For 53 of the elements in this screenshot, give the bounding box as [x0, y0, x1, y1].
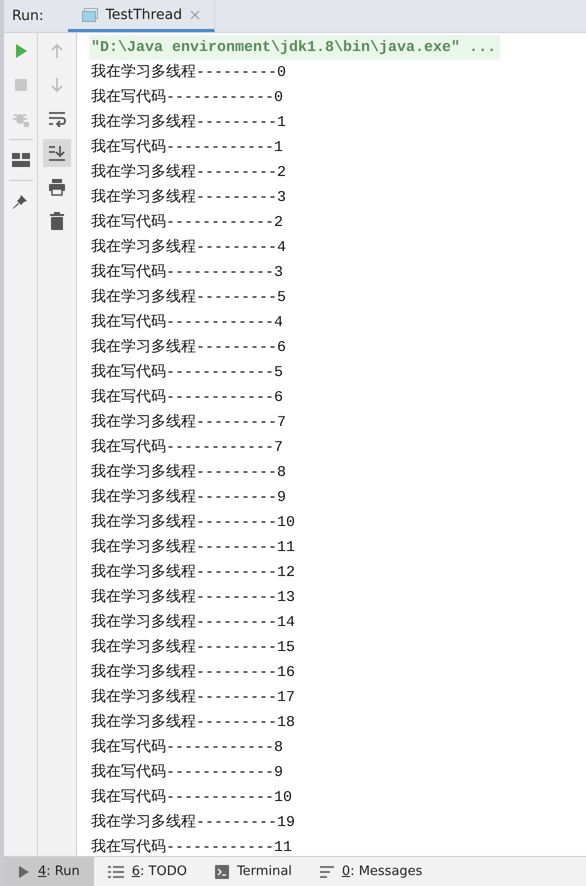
messages-tool-tab[interactable]: 0: Messages: [306, 857, 436, 886]
scroll-end-button[interactable]: [43, 139, 71, 167]
todo-tool-tab[interactable]: 6: TODO: [94, 857, 201, 886]
output-line: 我在学习多线程---------8: [91, 462, 288, 483]
output-line: 我在写代码------------3: [91, 262, 284, 283]
play-icon: [18, 864, 30, 878]
output-line: 我在写代码------------6: [91, 388, 284, 408]
scroll-to-end-icon: [48, 145, 66, 161]
output-line: 我在写代码------------8: [91, 738, 284, 758]
lines-icon: [320, 866, 334, 878]
output-line: 我在学习多线程---------11: [91, 538, 296, 558]
output-line: 我在学习多线程---------1: [91, 112, 288, 133]
output-line: 我在学习多线程---------18: [91, 712, 296, 733]
output-line: 我在学习多线程---------4: [91, 238, 288, 258]
arrow-up-icon: [49, 43, 65, 59]
output-line: 我在学习多线程---------9: [91, 488, 288, 508]
output-line: 我在学习多线程---------19: [91, 812, 296, 833]
output-line: 我在学习多线程---------5: [91, 288, 288, 308]
printer-icon: [48, 178, 66, 196]
list-icon: [108, 866, 124, 878]
output-line: 我在写代码------------11: [91, 838, 294, 858]
output-line: 我在学习多线程---------17: [91, 688, 296, 708]
output-line: 我在学习多线程---------16: [91, 662, 296, 683]
wrap-icon: [48, 111, 66, 127]
output-line: 我在写代码------------4: [91, 312, 284, 333]
output-line: 我在学习多线程---------6: [91, 338, 288, 358]
output-line: 我在写代码------------7: [91, 438, 284, 458]
output-line: 我在学习多线程---------14: [91, 612, 296, 633]
terminal-tool-tab[interactable]: Terminal: [200, 857, 306, 886]
output-line: 我在写代码------------0: [91, 88, 284, 108]
trash-icon: [49, 212, 65, 230]
output-line: 我在写代码------------1: [91, 138, 284, 158]
output-line: 我在学习多线程---------7: [91, 412, 288, 433]
output-line: 我在学习多线程---------10: [91, 512, 296, 533]
output-line: 我在写代码------------10: [91, 788, 294, 808]
output-line: 我在写代码------------5: [91, 362, 284, 383]
console-icon: [82, 8, 98, 22]
terminal-icon: [214, 864, 229, 878]
stop-icon: [12, 77, 28, 93]
output-line: 我在学习多线程---------12: [91, 562, 296, 583]
output-line: 我在学习多线程---------0: [91, 62, 288, 83]
output-line: 我在学习多线程---------15: [91, 638, 296, 658]
pin-icon: [12, 192, 30, 210]
output-line: 我在写代码------------2: [91, 212, 284, 233]
output-line: 我在写代码------------9: [91, 762, 284, 783]
run-tool-tab[interactable]: 4: Run: [4, 857, 94, 886]
arrow-down-icon: [49, 77, 65, 93]
output-line: 我在学习多线程---------13: [91, 588, 296, 608]
panel-title: Run:: [11, 8, 45, 24]
layout-icon: [12, 153, 30, 167]
output-line: 我在学习多线程---------2: [91, 162, 288, 183]
run-tab[interactable]: TestThread: [68, 0, 216, 32]
output-line: 我在学习多线程---------3: [91, 188, 288, 208]
